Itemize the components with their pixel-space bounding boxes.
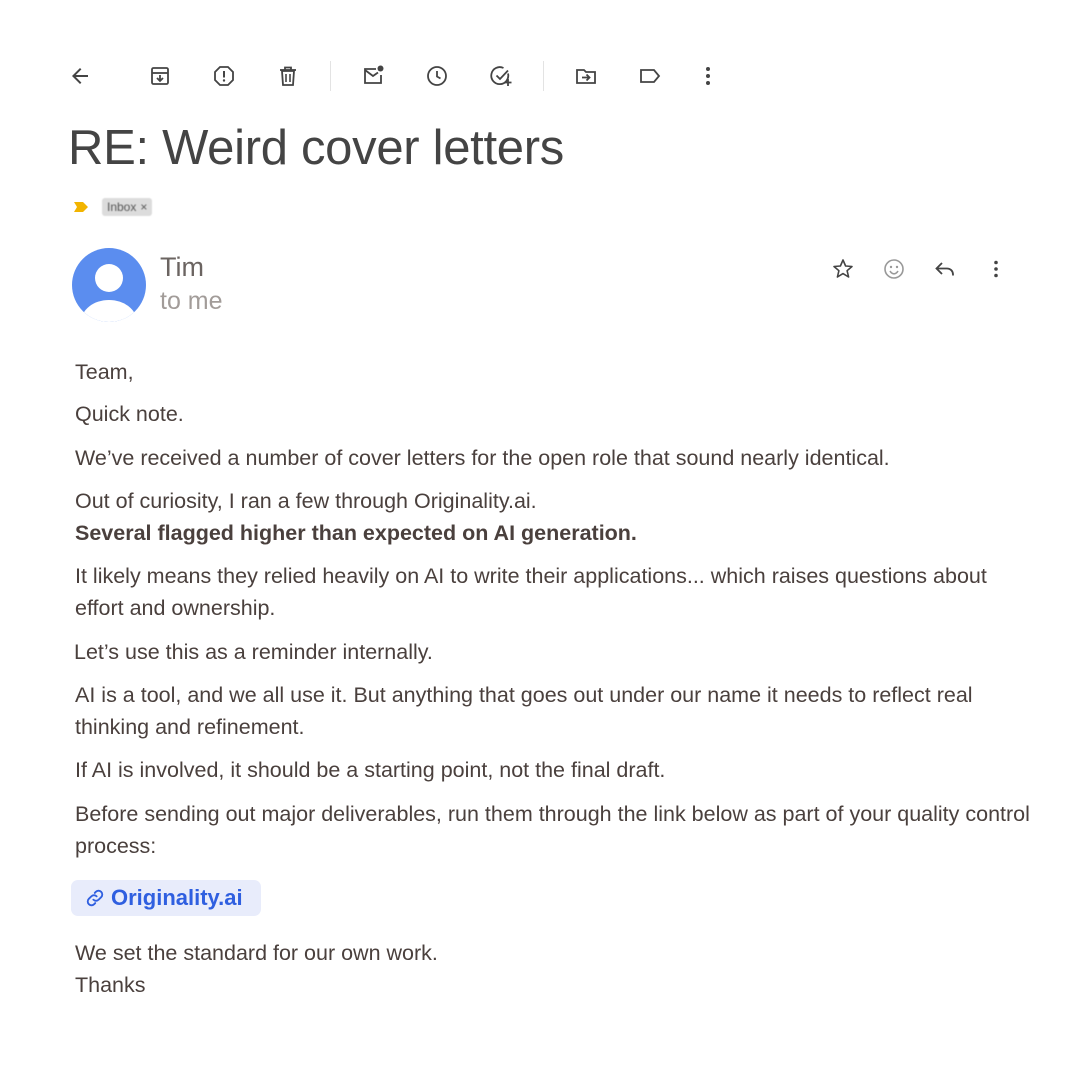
reply-icon xyxy=(935,262,954,276)
label-icon xyxy=(640,69,661,83)
delete-button[interactable] xyxy=(272,60,304,92)
body-paragraph: Before sending out major deliverables, r… xyxy=(75,802,1030,858)
star-icon xyxy=(833,259,853,278)
reply-button[interactable] xyxy=(928,252,962,286)
body-paragraph: Out of curiosity, I ran a few through Or… xyxy=(75,489,537,513)
sender-name[interactable]: Tim xyxy=(160,252,204,283)
body-paragraph: Thanks xyxy=(75,973,146,997)
body-paragraph: We’ve received a number of cover letters… xyxy=(75,446,890,470)
label-row: Inbox × xyxy=(74,198,153,216)
link-icon xyxy=(86,889,104,907)
back-arrow-icon xyxy=(72,68,88,84)
report-spam-icon xyxy=(214,66,234,86)
email-body: Team, Quick note. We’ve received a numbe… xyxy=(71,356,1035,1001)
add-reaction-button[interactable] xyxy=(877,252,911,286)
add-task-icon xyxy=(490,66,512,86)
label-button[interactable] xyxy=(634,60,666,92)
emoji-icon xyxy=(884,259,904,279)
snooze-icon xyxy=(427,66,447,86)
body-paragraph: We set the standard for our own work. xyxy=(75,941,438,965)
more-vert-icon xyxy=(706,67,710,85)
body-paragraph: Let’s use this as a reminder internally. xyxy=(74,640,433,664)
add-task-button[interactable] xyxy=(485,60,517,92)
remove-label-icon[interactable]: × xyxy=(140,200,147,214)
person-avatar-icon xyxy=(81,264,137,322)
report-spam-button[interactable] xyxy=(208,60,240,92)
back-button[interactable] xyxy=(64,60,96,92)
body-paragraph: Team, xyxy=(75,360,134,384)
email-subject: RE: Weird cover letters xyxy=(68,121,564,175)
body-paragraph: If AI is involved, it should be a starti… xyxy=(75,758,666,782)
message-actions xyxy=(826,252,1013,286)
inbox-label-text: Inbox xyxy=(107,200,137,214)
body-paragraph-bold: Several flagged higher than expected on … xyxy=(75,521,637,545)
archive-button[interactable] xyxy=(144,60,176,92)
move-to-icon xyxy=(576,69,596,84)
avatar[interactable] xyxy=(72,248,146,322)
star-button[interactable] xyxy=(826,252,860,286)
more-options-button[interactable] xyxy=(692,60,724,92)
mark-unread-button[interactable] xyxy=(357,60,389,92)
originality-link[interactable]: Originality.ai xyxy=(71,880,261,916)
importance-marker-icon[interactable] xyxy=(74,202,88,212)
more-vert-icon xyxy=(994,260,998,278)
archive-icon xyxy=(151,67,169,85)
message-more-button[interactable] xyxy=(979,252,1013,286)
delete-icon xyxy=(280,66,296,86)
move-to-button[interactable] xyxy=(570,60,602,92)
recipient-details[interactable]: to me xyxy=(160,287,223,316)
mark-unread-icon xyxy=(364,65,384,84)
link-row: Originality.ai xyxy=(71,880,1035,917)
body-paragraph: It likely means they relied heavily on A… xyxy=(75,564,987,620)
toolbar-divider xyxy=(330,61,331,91)
body-paragraph: Quick note. xyxy=(75,402,184,426)
inbox-label-chip[interactable]: Inbox × xyxy=(102,198,153,216)
toolbar-divider xyxy=(543,61,544,91)
snooze-button[interactable] xyxy=(421,60,453,92)
body-paragraph: AI is a tool, and we all use it. But any… xyxy=(75,683,973,739)
link-text: Originality.ai xyxy=(111,885,243,910)
email-toolbar xyxy=(64,58,724,94)
